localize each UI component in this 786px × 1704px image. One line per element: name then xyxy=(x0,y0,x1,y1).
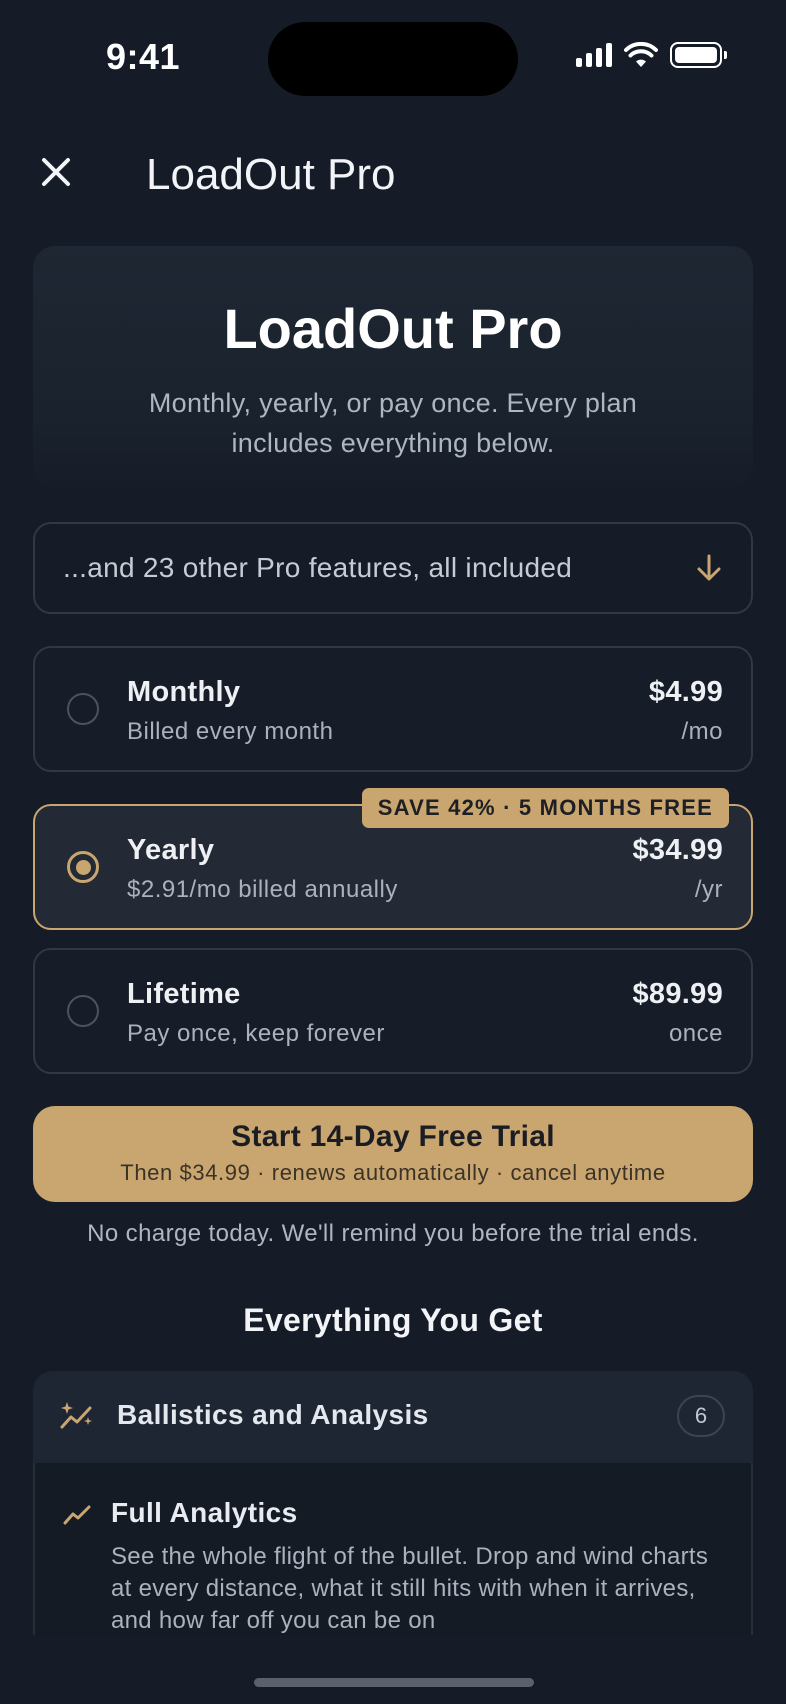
status-icons xyxy=(576,42,727,68)
more-features-label: ...and 23 other Pro features, all includ… xyxy=(63,552,573,583)
close-icon xyxy=(42,158,70,186)
radio-button[interactable] xyxy=(67,995,99,1027)
plan-name: Monthly xyxy=(127,676,241,708)
dynamic-island xyxy=(268,22,518,96)
trend-line-icon xyxy=(63,1505,91,1525)
feature-group-header[interactable]: Ballistics and Analysis 6 xyxy=(33,1371,753,1463)
feature-group-label: Ballistics and Analysis xyxy=(117,1399,429,1430)
plan-description: $2.91/mo billed annually xyxy=(127,876,398,903)
status-bar: 9:41 xyxy=(0,0,786,110)
arrow-down-icon xyxy=(697,554,721,581)
cellular-signal-icon xyxy=(576,43,612,67)
status-time: 9:41 xyxy=(106,36,181,77)
plan-option-monthly[interactable]: Monthly Billed every month $4.99 /mo xyxy=(33,646,753,772)
hero-card: LoadOut Pro Monthly, yearly, or pay once… xyxy=(33,246,753,488)
plan-price: $4.99 xyxy=(648,676,723,708)
cta-title: Start 14-Day Free Trial xyxy=(231,1120,555,1153)
home-indicator[interactable] xyxy=(254,1678,534,1687)
nav-bar: LoadOut Pro xyxy=(0,140,786,210)
bottom-safe-area xyxy=(0,1635,786,1704)
nav-title: LoadOut Pro xyxy=(146,150,396,199)
no-charge-note: No charge today. We'll remind you before… xyxy=(87,1220,699,1247)
section-title: Everything You Get xyxy=(243,1302,543,1338)
close-button[interactable] xyxy=(36,152,76,192)
hero-title: LoadOut Pro xyxy=(223,297,563,360)
feature-title: Full Analytics xyxy=(111,1497,298,1528)
radio-button-selected[interactable] xyxy=(67,851,99,883)
save-badge: SAVE 42% · 5 MONTHS FREE xyxy=(361,788,729,828)
plan-price: $34.99 xyxy=(632,834,723,866)
plan-period: /yr xyxy=(694,876,723,903)
plan-option-yearly[interactable]: SAVE 42% · 5 MONTHS FREE Yearly $2.91/mo… xyxy=(33,788,753,930)
radio-button[interactable] xyxy=(67,693,99,725)
plan-name: Yearly xyxy=(127,834,215,866)
battery-icon xyxy=(670,42,727,68)
plan-price: $89.99 xyxy=(632,978,723,1010)
feature-count-badge: 6 xyxy=(677,1395,725,1437)
plan-name: Lifetime xyxy=(127,978,241,1010)
sparkle-chart-icon xyxy=(60,1402,92,1429)
start-trial-button[interactable]: Start 14-Day Free Trial Then $34.99 · re… xyxy=(33,1106,753,1202)
more-features-expander[interactable]: ...and 23 other Pro features, all includ… xyxy=(33,522,753,614)
plan-description: Billed every month xyxy=(127,718,334,745)
wifi-icon xyxy=(624,42,658,67)
plan-option-lifetime[interactable]: Lifetime Pay once, keep forever $89.99 o… xyxy=(33,948,753,1074)
plan-period: once xyxy=(668,1020,723,1047)
feature-description: See the whole flight of the bullet. Drop… xyxy=(111,1543,709,1634)
hero-subtitle: Monthly, yearly, or pay once. Every plan… xyxy=(148,388,638,458)
cta-subtitle: Then $34.99 · renews automatically · can… xyxy=(120,1160,666,1185)
plan-period: /mo xyxy=(681,718,723,745)
feature-group-body: Full Analytics See the whole flight of t… xyxy=(33,1463,753,1635)
plan-description: Pay once, keep forever xyxy=(127,1020,385,1047)
